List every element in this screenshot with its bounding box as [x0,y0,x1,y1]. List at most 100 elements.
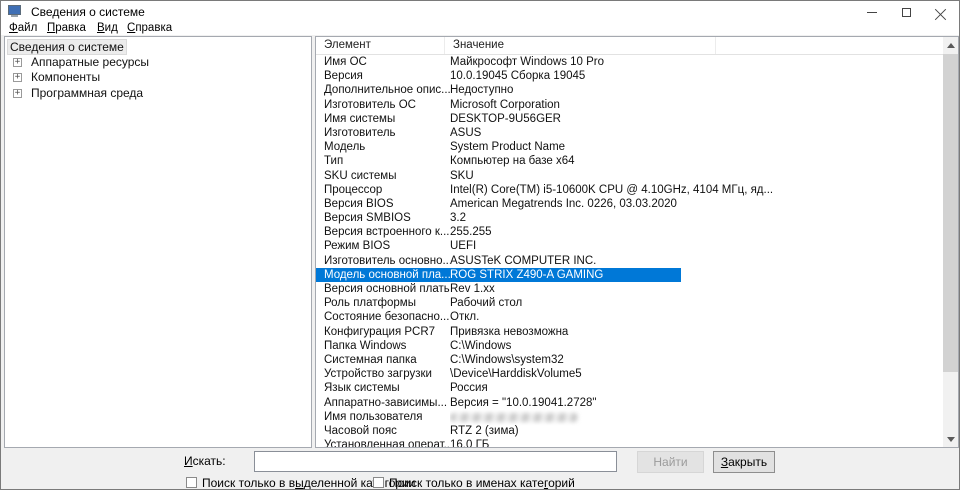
element-cell: Модель основной пла... [316,268,450,282]
system-info-app-icon [8,5,23,18]
value-cell: Недоступно [450,83,943,97]
table-row[interactable]: Режим BIOS UEFI [316,239,943,253]
table-row[interactable]: Версия BIOS American Megatrends Inc. 022… [316,197,943,211]
element-cell: Папка Windows [316,339,450,353]
expand-icon[interactable]: + [13,58,22,67]
table-row[interactable]: Изготовитель ОС Microsoft Corporation [316,98,943,112]
value-cell: 10.0.19045 Сборка 19045 [450,69,943,83]
value-cell: 255.255 [450,225,943,239]
table-row[interactable]: Конфигурация PCR7 Привязка невозможна [316,325,943,339]
table-row[interactable]: Версия SMBIOS 3.2 [316,211,943,225]
value-cell: Microsoft Corporation [450,98,943,112]
table-row[interactable]: Изготовитель ASUS [316,126,943,140]
table-row[interactable]: Процессор Intel(R) Core(TM) i5-10600K CP… [316,183,943,197]
value-cell: ROG STRIX Z490-A GAMING [450,268,943,282]
element-cell: Изготовитель ОС [316,98,450,112]
menu-edit[interactable]: Правка [45,22,88,34]
column-header-element[interactable]: Элемент [316,37,445,54]
minimize-button[interactable] [855,1,889,23]
tree-node-components[interactable]: + Компоненты [5,70,311,85]
system-information-window: Сведения о системе Файл Правка Вид Справ… [0,0,960,490]
minimize-icon [867,12,877,13]
value-cell: Майкрософт Windows 10 Pro [450,55,943,69]
menu-file[interactable]: Файл [7,22,39,34]
value-cell: American Megatrends Inc. 0226, 03.03.202… [450,197,943,211]
menu-help[interactable]: Справка [125,22,174,34]
checkbox-icon[interactable] [186,477,197,488]
table-row[interactable]: Устройство загрузки \Device\HarddiskVolu… [316,367,943,381]
table-row[interactable]: Модель основной пла... ROG STRIX Z490-A … [316,268,943,282]
menu-view[interactable]: Вид [95,22,120,34]
element-cell: Язык системы [316,381,450,395]
table-row[interactable]: Изготовитель основно... ASUSTeK COMPUTER… [316,254,943,268]
close-button[interactable] [923,1,957,23]
element-cell: Аппаратно-зависимы... [316,396,450,410]
expand-icon[interactable]: + [13,89,22,98]
element-cell: Роль платформы [316,296,450,310]
detail-list-pane: Элемент Значение Имя ОС Майкрософт Windo… [315,36,959,448]
tree-node-hardware-resources[interactable]: + Аппаратные ресурсы [5,55,311,70]
scroll-down-icon[interactable] [943,431,958,447]
element-cell: Версия SMBIOS [316,211,450,225]
close-icon [935,7,946,18]
element-cell: Дополнительное опис... [316,83,450,97]
table-row[interactable]: Папка Windows C:\Windows [316,339,943,353]
table-row[interactable]: Версия встроенного к... 255.255 [316,225,943,239]
table-row[interactable]: SKU системы SKU [316,169,943,183]
checkbox-search-category-names-only[interactable]: Поиск только в именах категорий [373,476,575,490]
value-cell: DESKTOP-9U56GER [450,112,943,126]
table-row[interactable]: Версия основной платы Rev 1.xx [316,282,943,296]
table-row[interactable]: Имя пользователя [316,410,943,424]
table-row[interactable]: Установленная операт... 16,0 ГБ [316,438,943,448]
element-cell: Состояние безопасно... [316,310,450,324]
checkbox-icon[interactable] [373,477,384,488]
maximize-button[interactable] [889,1,923,23]
redacted-value [450,413,578,422]
scroll-up-icon[interactable] [943,37,958,53]
table-row[interactable]: Язык системы Россия [316,381,943,395]
element-cell: Конфигурация PCR7 [316,325,450,339]
column-header-value[interactable]: Значение [445,37,716,54]
tree-node-system-summary[interactable]: Сведения о системе [8,40,311,55]
value-cell: \Device\HarddiskVolume5 [450,367,943,381]
table-row[interactable]: Состояние безопасно... Откл. [316,310,943,324]
element-cell: Часовой пояс [316,424,450,438]
value-cell: UEFI [450,239,943,253]
tree-node-software-environment[interactable]: + Программная среда [5,86,311,101]
table-row[interactable]: Системная папка C:\Windows\system32 [316,353,943,367]
value-cell: ASUS [450,126,943,140]
vertical-scrollbar[interactable] [943,37,958,447]
category-tree-pane: Сведения о системе + Аппаратные ресурсы … [4,36,312,448]
value-cell: Привязка невозможна [450,325,943,339]
value-cell: Версия = "10.0.19041.2728" [450,396,943,410]
value-cell: 3.2 [450,211,943,225]
value-cell: RTZ 2 (зима) [450,424,943,438]
element-cell: Устройство загрузки [316,367,450,381]
table-row[interactable]: Имя системы DESKTOP-9U56GER [316,112,943,126]
expand-icon[interactable]: + [13,73,22,82]
table-row[interactable]: Аппаратно-зависимы... Версия = "10.0.190… [316,396,943,410]
search-bar: Искать: Найти Закрыть Поиск только в выд… [1,448,959,489]
close-search-button[interactable]: Закрыть [713,451,775,473]
element-cell: Модель [316,140,450,154]
find-button[interactable]: Найти [637,451,704,473]
element-cell: Версия [316,69,450,83]
maximize-icon [902,8,911,17]
table-row[interactable]: Версия 10.0.19045 Сборка 19045 [316,69,943,83]
element-cell: Изготовитель основно... [316,254,450,268]
table-row[interactable]: Модель System Product Name [316,140,943,154]
menubar: Файл Правка Вид Справка [1,23,959,35]
element-cell: Имя ОС [316,55,450,69]
table-row[interactable]: Часовой пояс RTZ 2 (зима) [316,424,943,438]
element-cell: Установленная операт... [316,438,450,448]
value-cell: C:\Windows [450,339,943,353]
value-cell: Компьютер на базе x64 [450,154,943,168]
value-cell: SKU [450,169,943,183]
table-row[interactable]: Тип Компьютер на базе x64 [316,154,943,168]
scrollbar-thumb[interactable] [943,54,958,372]
table-row[interactable]: Имя ОС Майкрософт Windows 10 Pro [316,55,943,69]
window-title: Сведения о системе [31,5,145,19]
table-row[interactable]: Роль платформы Рабочий стол [316,296,943,310]
table-row[interactable]: Дополнительное опис... Недоступно [316,83,943,97]
search-input[interactable] [254,451,617,472]
